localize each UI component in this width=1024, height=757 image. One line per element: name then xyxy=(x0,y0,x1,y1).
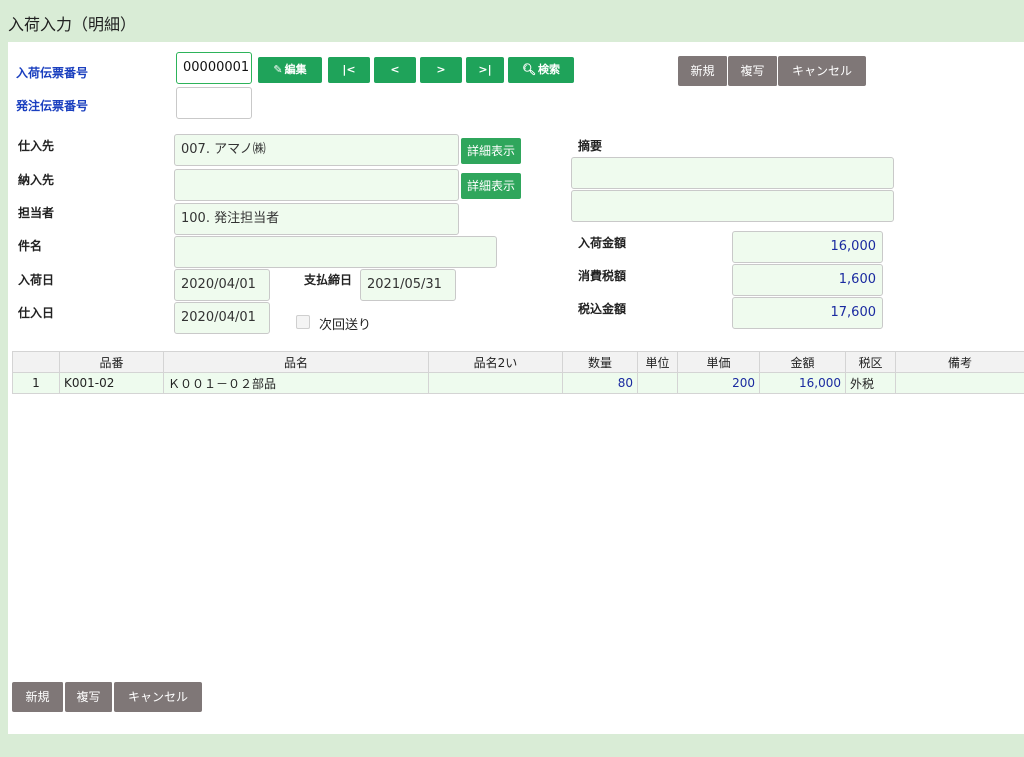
summary-input-1[interactable] xyxy=(571,157,894,189)
arrival-date-label: 入荷日 xyxy=(18,273,55,287)
col-header-name2: 品名2い xyxy=(428,351,563,373)
next-send-label: 次回送り xyxy=(319,318,372,333)
purchase-date-input[interactable]: 2020/04/01 xyxy=(174,302,270,334)
first-record-button[interactable]: |< xyxy=(328,57,370,83)
delivery-dest-input[interactable] xyxy=(174,169,459,201)
tax-included-input[interactable]: 17,600 xyxy=(732,297,883,329)
supplier-label: 仕入先 xyxy=(18,139,55,153)
row-qty[interactable]: 80 xyxy=(562,372,638,394)
col-header-tax: 税区 xyxy=(845,351,896,373)
col-header-name: 品名 xyxy=(163,351,429,373)
person-input[interactable]: 100. 発注担当者 xyxy=(174,203,459,235)
tax-included-label: 税込金額 xyxy=(578,302,627,316)
arrival-amount-input[interactable]: 16,000 xyxy=(732,231,883,263)
edit-icon: ✎ xyxy=(273,63,283,76)
detail-table: 品番 品名 品名2い 数量 単位 単価 金額 税区 備考 1 K001-02 Ｋ… xyxy=(12,351,1024,394)
row-unit[interactable] xyxy=(637,372,678,394)
table-row[interactable]: 1 K001-02 Ｋ００１－０２部品 80 200 16,000 外税 xyxy=(12,372,1024,394)
row-no: 1 xyxy=(12,372,60,394)
order-slip-no-input[interactable] xyxy=(176,87,252,119)
col-header-note: 備考 xyxy=(895,351,1024,373)
row-note[interactable] xyxy=(895,372,1024,394)
subject-label: 件名 xyxy=(18,239,43,253)
consumption-tax-label: 消費税額 xyxy=(578,269,627,283)
copy-button-bottom[interactable]: 複写 xyxy=(65,682,113,712)
new-button-bottom[interactable]: 新規 xyxy=(12,682,64,712)
main-panel: 入荷伝票番号 00000001 ✎ 編集 |< < > >| 🔍︎ 検索 新規 複写… xyxy=(8,42,1024,734)
delivery-detail-button[interactable]: 詳細表示 xyxy=(461,173,521,199)
supplier-input[interactable]: 007. アマノ㈱ xyxy=(174,134,459,166)
search-button[interactable]: 🔍︎ 検索 xyxy=(508,57,574,83)
payment-close-date-input[interactable]: 2021/05/31 xyxy=(360,269,456,301)
summary-input-2[interactable] xyxy=(571,190,894,222)
copy-button-top[interactable]: 複写 xyxy=(728,56,778,86)
row-name2[interactable] xyxy=(428,372,563,394)
col-header-no xyxy=(12,351,60,373)
row-name[interactable]: Ｋ００１－０２部品 xyxy=(163,372,429,394)
supplier-detail-button[interactable]: 詳細表示 xyxy=(461,138,521,164)
prev-record-button[interactable]: < xyxy=(374,57,416,83)
new-button-top[interactable]: 新規 xyxy=(678,56,728,86)
col-header-unit: 単位 xyxy=(637,351,678,373)
subject-input[interactable] xyxy=(174,236,497,268)
person-label: 担当者 xyxy=(18,206,55,220)
cancel-button-top[interactable]: キャンセル xyxy=(778,56,866,86)
payment-close-date-label: 支払締日 xyxy=(304,273,353,287)
col-header-price: 単価 xyxy=(677,351,760,373)
table-header-row: 品番 品名 品名2い 数量 単位 単価 金額 税区 備考 xyxy=(12,351,1024,373)
search-icon: 🔍︎ xyxy=(522,63,536,76)
next-send-checkbox[interactable] xyxy=(296,315,310,329)
arrival-amount-label: 入荷金額 xyxy=(578,236,627,250)
order-slip-no-label[interactable]: 発注伝票番号 xyxy=(16,97,88,114)
summary-label: 摘要 xyxy=(578,139,603,153)
row-amount[interactable]: 16,000 xyxy=(759,372,846,394)
consumption-tax-input[interactable]: 1,600 xyxy=(732,264,883,296)
cancel-button-bottom[interactable]: キャンセル xyxy=(114,682,202,712)
arrival-slip-no-label[interactable]: 入荷伝票番号 xyxy=(16,64,88,81)
purchase-date-label: 仕入日 xyxy=(18,306,55,320)
row-code[interactable]: K001-02 xyxy=(59,372,164,394)
last-record-button[interactable]: >| xyxy=(466,57,504,83)
col-header-amount: 金額 xyxy=(759,351,846,373)
delivery-dest-label: 納入先 xyxy=(18,173,55,187)
col-header-code: 品番 xyxy=(59,351,164,373)
row-price[interactable]: 200 xyxy=(677,372,760,394)
page-title: 入荷入力（明細） xyxy=(8,15,137,34)
arrival-slip-no-input[interactable]: 00000001 xyxy=(176,52,252,84)
edit-button[interactable]: ✎ 編集 xyxy=(258,57,322,83)
arrival-date-input[interactable]: 2020/04/01 xyxy=(174,269,270,301)
col-header-qty: 数量 xyxy=(562,351,638,373)
next-record-button[interactable]: > xyxy=(420,57,462,83)
row-tax[interactable]: 外税 xyxy=(845,372,896,394)
